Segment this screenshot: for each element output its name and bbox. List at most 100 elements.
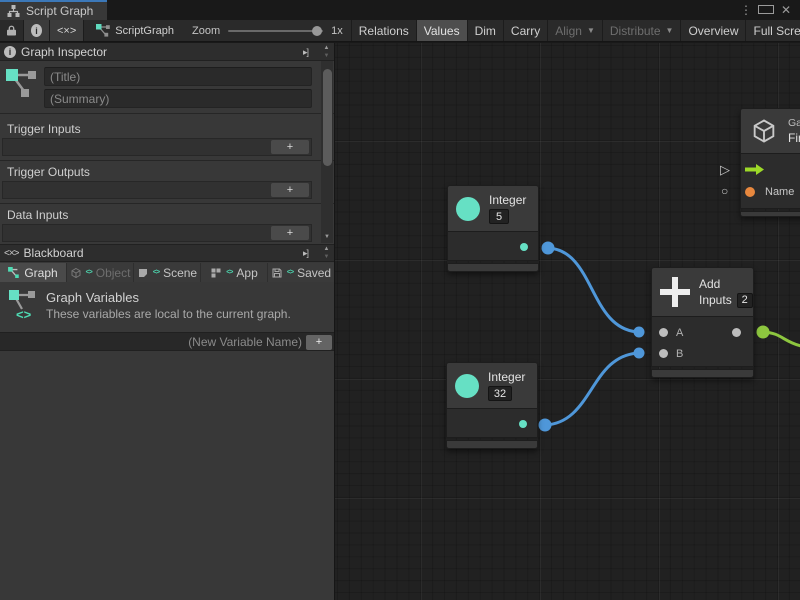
app-icon	[210, 267, 222, 279]
blackboard-header: <×> Blackboard	[0, 244, 334, 262]
zoom-value: 1x	[331, 25, 343, 37]
lock-button[interactable]	[0, 20, 24, 41]
port-row-a: A	[652, 322, 753, 343]
input-port-b[interactable]	[659, 349, 668, 358]
integer-value-input[interactable]	[489, 209, 509, 224]
title-bar: Script Graph ⋮ ✕	[0, 0, 800, 20]
port-label: Name	[765, 186, 794, 198]
tab-graph[interactable]: Graph	[0, 263, 66, 282]
node-title: Add	[699, 277, 753, 291]
sidebar-panel: i Graph Inspector ▸] ▲▼ Trigger Inputs +	[0, 43, 335, 600]
output-port[interactable]	[519, 420, 527, 428]
maximize-icon[interactable]	[758, 3, 774, 17]
carry-button[interactable]: Carry	[504, 20, 548, 41]
hierarchy-icon	[7, 5, 20, 17]
window-tab-script-graph[interactable]: Script Graph	[0, 0, 107, 20]
tab-object[interactable]: <> Object	[67, 263, 133, 282]
tab-app[interactable]: <> App	[201, 263, 267, 282]
menu-kebab-icon[interactable]: ⋮	[738, 3, 754, 17]
add-icon	[660, 277, 690, 307]
inspector-scrollbar[interactable]: ▼	[321, 61, 333, 243]
graph-breadcrumb[interactable]: ScriptGraph	[84, 20, 184, 41]
toolbar-buttons: Relations Values Dim Carry Align▼ Distri…	[351, 20, 800, 41]
svg-text:<>: <>	[16, 307, 32, 321]
node-gameobject-find[interactable]: Game Object Find Name	[740, 108, 800, 217]
inputs-count-input[interactable]	[737, 293, 753, 308]
lock-icon	[7, 24, 16, 37]
tab-scene[interactable]: <> Scene	[134, 263, 200, 282]
node-title: Find	[788, 131, 800, 145]
graph-icon	[8, 267, 20, 278]
code-view-button[interactable]: <×>	[50, 20, 84, 41]
flow-input-row	[741, 159, 800, 180]
distribute-dropdown[interactable]: Distribute▼	[603, 20, 682, 41]
integer-type-icon	[455, 374, 479, 398]
window-controls: ⋮ ✕	[738, 0, 800, 20]
data-port-circle-icon[interactable]: ○	[721, 184, 728, 198]
port-row-b: B	[652, 343, 753, 364]
zoom-control: Zoom 1x	[184, 20, 351, 41]
input-port-a[interactable]	[659, 328, 668, 337]
scrollbar-thumb[interactable]	[323, 69, 332, 166]
node-integer-32[interactable]: Integer	[446, 362, 538, 449]
values-button[interactable]: Values	[417, 20, 468, 41]
graph-title-input[interactable]	[44, 67, 312, 86]
wire-endpoint-dot	[542, 242, 555, 255]
graph-name: ScriptGraph	[115, 25, 174, 37]
wire-endpoint-dot	[634, 348, 645, 359]
graph-canvas[interactable]: Integer Integer	[335, 43, 800, 600]
scroll-down-icon[interactable]: ▼	[324, 234, 330, 240]
align-dropdown[interactable]: Align▼	[548, 20, 603, 41]
node-integer-5[interactable]: Integer	[447, 185, 539, 272]
graph-variables-title: Graph Variables	[46, 290, 139, 305]
inspector-scroll-arrows[interactable]: ▲▼	[320, 44, 333, 60]
graph-summary-input[interactable]	[44, 89, 312, 108]
graph-inspector-header: i Graph Inspector	[0, 43, 334, 61]
integer-value-input[interactable]	[488, 386, 512, 401]
dock-icon[interactable]: ▸]	[303, 248, 308, 259]
wire-endpoint-dot	[634, 327, 645, 338]
overview-button[interactable]: Overview	[681, 20, 746, 41]
node-category: Game Object	[788, 117, 800, 129]
inspector-toggle-button[interactable]: i	[24, 20, 50, 41]
wire-endpoint-dot	[757, 326, 770, 339]
zoom-slider-handle[interactable]	[312, 26, 322, 36]
add-trigger-input-button[interactable]: +	[271, 140, 309, 154]
flow-port-triangle-icon[interactable]: ▷	[720, 162, 730, 178]
wire-add-output	[763, 332, 800, 346]
graph-icon	[96, 24, 110, 37]
wire-endpoint-dot	[539, 419, 552, 432]
blackboard-icon: <×>	[4, 248, 19, 259]
port-label: B	[676, 348, 683, 360]
name-input-row: Name	[741, 181, 800, 202]
relations-button[interactable]: Relations	[352, 20, 417, 41]
add-data-input-button[interactable]: +	[271, 226, 309, 240]
graph-variables-section: <> Graph Variables These variables are l…	[0, 284, 334, 331]
output-port[interactable]	[520, 243, 528, 251]
window-tab-label: Script Graph	[26, 4, 93, 18]
zoom-label: Zoom	[192, 25, 220, 37]
close-icon[interactable]: ✕	[778, 3, 794, 17]
new-variable-input[interactable]	[6, 334, 302, 350]
zoom-slider[interactable]	[228, 30, 323, 32]
info-icon: i	[4, 46, 16, 58]
cube-icon	[70, 267, 82, 279]
integer-type-icon	[456, 197, 480, 221]
tab-saved[interactable]: <> Saved	[268, 263, 334, 282]
output-port[interactable]	[732, 328, 741, 337]
dock-icon[interactable]: ▸]	[303, 47, 308, 58]
node-add[interactable]: Add Inputs A B	[651, 267, 754, 378]
blackboard-scroll-arrows[interactable]: ▲▼	[320, 245, 333, 261]
graph-variables-subtitle: These variables are local to the current…	[46, 307, 291, 321]
dim-button[interactable]: Dim	[468, 20, 504, 41]
node-title: Integer	[489, 193, 526, 207]
add-trigger-output-button[interactable]: +	[271, 183, 309, 197]
new-variable-row: +	[0, 332, 334, 351]
script-graph-window: Script Graph ⋮ ✕ i <×> ScriptGrap	[0, 0, 800, 600]
name-input-port[interactable]	[745, 187, 755, 197]
inputs-label: Inputs	[699, 293, 732, 307]
info-icon: i	[31, 24, 42, 37]
fullscreen-button[interactable]: Full Screen	[746, 20, 800, 41]
add-variable-button[interactable]: +	[306, 335, 332, 350]
blackboard-title: Blackboard	[24, 246, 84, 260]
